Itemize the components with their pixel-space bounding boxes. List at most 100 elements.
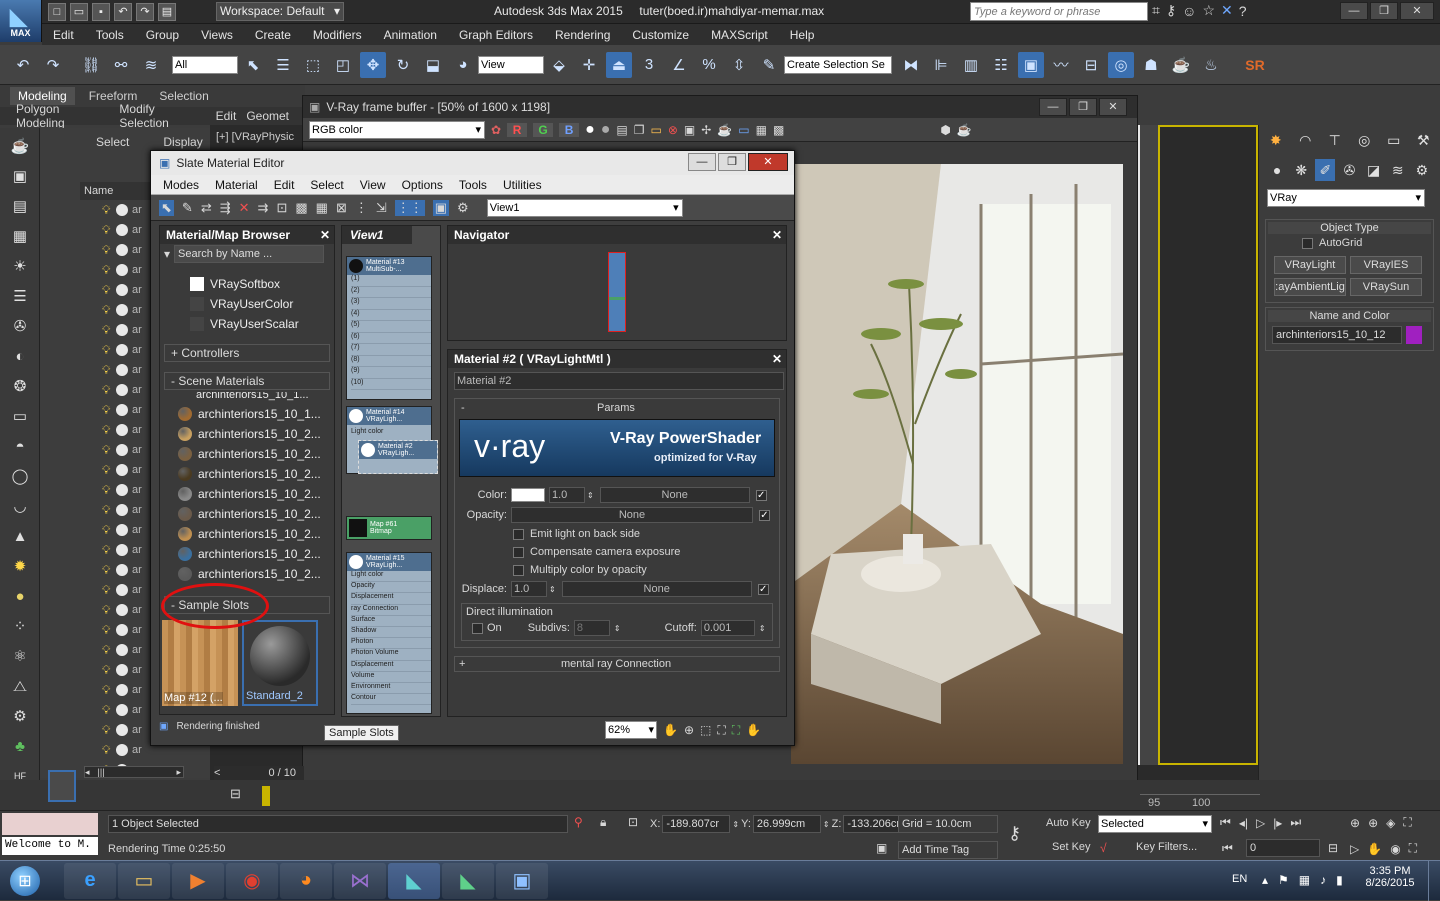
node-slot[interactable]: (7) bbox=[351, 344, 431, 356]
camera-icon[interactable]: ✇ bbox=[7, 314, 33, 338]
window-crossing-icon[interactable]: ◰ bbox=[330, 52, 356, 78]
tray-expand-icon[interactable]: ▴ bbox=[1262, 873, 1268, 887]
spinner-icon[interactable]: ⇕ bbox=[759, 624, 766, 633]
node-slot[interactable]: (8) bbox=[351, 356, 431, 367]
create-tab-icon[interactable]: ✸ bbox=[1263, 129, 1289, 151]
workspace-dropdown[interactable]: Workspace: Default ▾ bbox=[216, 2, 344, 21]
edit-named-selection-icon[interactable]: ✎ bbox=[756, 52, 782, 78]
maxscript-listener[interactable] bbox=[2, 813, 98, 835]
curve-editor-icon[interactable]: 〰 bbox=[1048, 52, 1074, 78]
render-toggle-icon[interactable] bbox=[116, 504, 128, 516]
light-bulb-icon[interactable]: 💡︎ bbox=[102, 223, 116, 238]
browser-toggle-icon[interactable]: ⋮⋮ bbox=[394, 199, 425, 216]
align-icon[interactable]: ⊫ bbox=[928, 52, 954, 78]
bowl-icon[interactable]: ◡ bbox=[7, 494, 33, 518]
spinner-icon[interactable]: ⇕ bbox=[614, 624, 621, 633]
light-bulb-icon[interactable]: 💡︎ bbox=[102, 663, 116, 678]
load-image-icon[interactable]: ▭ bbox=[651, 123, 662, 137]
key-mode-dropdown[interactable]: Selected ▾ bbox=[1098, 815, 1212, 833]
direct-on-checkbox[interactable] bbox=[472, 622, 483, 634]
user-icon[interactable]: ☺ bbox=[1182, 3, 1196, 19]
material-name-input[interactable]: Material #2 bbox=[454, 372, 784, 390]
move-icon[interactable]: ✥ bbox=[360, 51, 386, 78]
scene-material-item[interactable]: archinteriors15_10_2... bbox=[160, 564, 334, 584]
light-bulb-icon[interactable]: 💡︎ bbox=[102, 203, 116, 218]
render-toggle-icon[interactable] bbox=[116, 304, 128, 316]
white-dot-icon[interactable]: ● bbox=[585, 121, 595, 139]
scene-material-item[interactable]: archinteriors15_10_2... bbox=[160, 524, 334, 544]
light-bulb-icon[interactable]: 💡︎ bbox=[102, 463, 116, 478]
isolate-icon[interactable]: ⚲ bbox=[574, 815, 583, 829]
node-slot[interactable]: (6) bbox=[351, 333, 431, 344]
start-button[interactable]: ⊞ bbox=[0, 862, 50, 900]
cameras-icon[interactable]: ✇ bbox=[1339, 159, 1359, 181]
maximize-viewport-icon[interactable]: ⛶ bbox=[1409, 841, 1417, 856]
file-explorer-icon[interactable]: ▭ bbox=[118, 862, 170, 899]
menu-customize[interactable]: Customize bbox=[632, 28, 689, 42]
scene-material-item[interactable]: archinteriors15_10_2... bbox=[160, 464, 334, 484]
set-key-button[interactable]: Set Key bbox=[1052, 841, 1091, 853]
node-material-2[interactable]: Material #2 VRayLigh... bbox=[358, 440, 438, 474]
menu-maxscript[interactable]: MAXScript bbox=[711, 28, 768, 42]
y-coordinate-input[interactable]: 26.999cm bbox=[752, 815, 821, 833]
node-slot[interactable]: (9) bbox=[351, 367, 431, 379]
light-bulb-icon[interactable]: 💡︎ bbox=[102, 683, 116, 698]
light-bulb-icon[interactable]: 💡︎ bbox=[102, 363, 116, 378]
light-bulb-icon[interactable]: 💡︎ bbox=[102, 723, 116, 738]
color-wheel-icon[interactable]: ✿ bbox=[491, 123, 501, 137]
grid-icon[interactable]: ▦ bbox=[7, 224, 33, 248]
scene-tab-select[interactable]: Select bbox=[96, 135, 129, 149]
place-icon[interactable]: ◕ bbox=[450, 52, 476, 78]
compare-icon[interactable]: ▭ bbox=[738, 123, 749, 137]
zoom-extents-icon[interactable]: ⛶ bbox=[717, 723, 725, 738]
systems-icon[interactable]: ⚙ bbox=[1412, 159, 1432, 181]
help-icon[interactable]: ? bbox=[1239, 3, 1247, 19]
geometry-icon[interactable]: ● bbox=[1267, 159, 1287, 181]
x-coordinate-input[interactable]: -189.807cr bbox=[662, 815, 731, 833]
color-multiplier-input[interactable]: 1.0 bbox=[549, 487, 585, 503]
light-bulb-icon[interactable]: 💡︎ bbox=[102, 583, 116, 598]
field-of-view-icon[interactable]: ▷ bbox=[1350, 842, 1359, 856]
sun-icon[interactable]: ✹ bbox=[7, 554, 33, 578]
scene-explorer-icon[interactable]: ☷ bbox=[988, 52, 1014, 78]
render-toggle-icon[interactable] bbox=[116, 664, 128, 676]
stop-icon[interactable]: ⬢ bbox=[940, 123, 950, 137]
node-slot[interactable]: (4) bbox=[351, 310, 431, 321]
delete-icon[interactable]: ✕ bbox=[239, 200, 250, 216]
document-icon[interactable]: ▤ bbox=[7, 194, 33, 218]
node-slot[interactable]: Volume bbox=[351, 672, 431, 683]
timeline-ruler[interactable]: 95 100 bbox=[1140, 794, 1260, 809]
sample-slot-map12[interactable]: Map #12 (... bbox=[162, 620, 238, 706]
3ds-max-icon[interactable]: ◣ bbox=[388, 862, 440, 899]
menu-create[interactable]: Create bbox=[255, 28, 291, 42]
motion-tab-icon[interactable]: ◎ bbox=[1352, 129, 1378, 151]
prev-frame-icon[interactable]: ◂| bbox=[1239, 816, 1248, 830]
vfb-channel-dropdown[interactable]: RGB color ▾ bbox=[309, 120, 485, 139]
node-slot[interactable]: Opacity bbox=[351, 582, 431, 594]
zoom-nav-icon[interactable]: ⊕ bbox=[1350, 816, 1360, 830]
light-bulb-icon[interactable]: 💡︎ bbox=[102, 643, 116, 658]
opacity-map-button[interactable]: None bbox=[511, 507, 753, 523]
subdivs-input[interactable]: 8 bbox=[573, 620, 610, 636]
light-bulb-icon[interactable]: 💡︎ bbox=[102, 263, 116, 278]
box-icon[interactable]: ▭ bbox=[7, 404, 33, 428]
plant-icon[interactable]: ♣ bbox=[7, 734, 33, 758]
node-slot[interactable]: (10) bbox=[351, 379, 431, 390]
scene-tab-display[interactable]: Display bbox=[163, 135, 202, 149]
scene-material-item[interactable]: archinteriors15_10_2... bbox=[160, 484, 334, 504]
sme-menu-utilities[interactable]: Utilities bbox=[503, 178, 542, 192]
internet-explorer-icon[interactable]: e bbox=[64, 862, 116, 899]
light-bulb-icon[interactable]: 💡︎ bbox=[102, 303, 116, 318]
list-icon[interactable]: ☰ bbox=[7, 284, 33, 308]
object-type-header[interactable]: Object Type bbox=[1268, 222, 1431, 234]
light-bulb-icon[interactable]: 💡︎ bbox=[102, 543, 116, 558]
light-bulb-icon[interactable]: 💡︎ bbox=[102, 703, 116, 718]
photo-icon[interactable]: ▣ bbox=[7, 164, 33, 188]
sme-menu-view[interactable]: View bbox=[360, 178, 386, 192]
render-setup-icon[interactable]: ☗ bbox=[1138, 52, 1164, 78]
scene-material-partial[interactable]: archinteriors15_10_1... bbox=[160, 392, 334, 404]
compensate-exposure-checkbox[interactable] bbox=[513, 546, 524, 558]
keyboard-shortcut-icon[interactable]: ⏏ bbox=[606, 51, 632, 78]
lut-icon[interactable]: ▦ bbox=[756, 123, 767, 137]
scene-material-item[interactable]: archinteriors15_10_2... bbox=[160, 424, 334, 444]
